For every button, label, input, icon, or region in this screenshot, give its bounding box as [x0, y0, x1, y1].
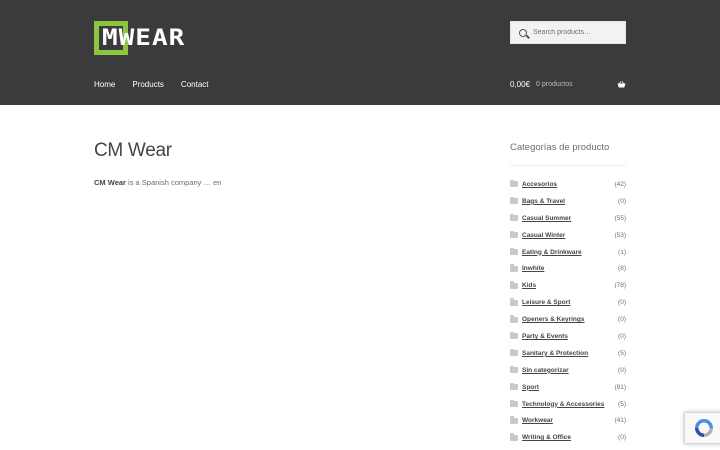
folder-icon — [510, 298, 518, 306]
category-item: Leisure & Sport (0) — [510, 294, 626, 311]
category-count: (1) — [618, 248, 626, 256]
site-logo[interactable]: MWEAR — [94, 21, 185, 55]
category-item: Openers & Keyrings (0) — [510, 311, 626, 328]
nav-item-contact[interactable]: Contact — [181, 80, 209, 89]
category-count: (91) — [614, 383, 626, 391]
category-count: (5) — [618, 349, 626, 357]
nav-item-home[interactable]: Home — [94, 80, 115, 89]
category-link[interactable]: Inwhite — [522, 265, 544, 272]
category-link[interactable]: Accesorios — [522, 181, 557, 188]
category-count: (0) — [618, 366, 626, 374]
category-link[interactable]: Casual Winter — [522, 232, 565, 239]
folder-icon — [510, 213, 518, 222]
folder-icon — [510, 399, 518, 408]
category-link[interactable]: Workwear — [522, 417, 553, 424]
category-item: Bags & Travel (0) — [510, 193, 626, 210]
folder-icon — [510, 348, 518, 357]
widget-divider — [510, 165, 626, 166]
folder-icon — [510, 230, 518, 239]
category-item: Inwhite (8) — [510, 260, 626, 277]
category-count: (0) — [618, 434, 626, 442]
cart-count: 0 productos — [536, 81, 573, 88]
category-item: Eating & Drinkware (1) — [510, 244, 626, 261]
nav-item-products[interactable]: Products — [132, 80, 164, 89]
excerpt-bold: CM Wear — [94, 178, 126, 187]
logo-text: MWEAR — [102, 25, 186, 51]
category-link[interactable]: Party & Events — [522, 333, 568, 340]
search-box — [510, 21, 626, 44]
category-list: Accesorios (42) Bags & Travel (0) Casual S… — [510, 176, 626, 446]
category-link[interactable]: Casual Summer — [522, 215, 571, 222]
search-input[interactable] — [533, 29, 623, 36]
category-link[interactable]: Writing & Office — [522, 434, 571, 441]
category-count: (53) — [614, 231, 626, 239]
category-link[interactable]: Bags & Travel — [522, 198, 565, 205]
basket-icon — [617, 81, 626, 88]
category-count: (0) — [618, 332, 626, 340]
category-count: (41) — [614, 417, 626, 425]
folder-icon — [510, 331, 518, 340]
category-item: Writing & Office (0) — [510, 429, 626, 446]
header-cart[interactable]: 0,00€ 0 productos — [510, 80, 626, 89]
category-item: Casual Summer (55) — [510, 210, 626, 227]
folder-icon — [510, 382, 518, 391]
category-count: (0) — [618, 299, 626, 307]
excerpt-text: is a Spanish company … en — [125, 178, 222, 187]
category-count: (0) — [618, 197, 626, 205]
category-link[interactable]: Eating & Drinkware — [522, 249, 582, 256]
category-link[interactable]: Openers & Keyrings — [522, 316, 585, 323]
category-link[interactable]: Sport — [522, 384, 539, 391]
page-title: CM Wear — [94, 140, 172, 161]
category-count: (42) — [614, 180, 626, 188]
category-link[interactable]: Kids — [522, 282, 536, 289]
site-header: MWEAR Home Products Contact 0,00€ 0 prod… — [0, 0, 720, 105]
post-excerpt: CM Wear is a Spanish company … en — [94, 178, 221, 187]
folder-icon — [510, 247, 518, 255]
category-item: Party & Events (0) — [510, 328, 626, 345]
folder-icon — [510, 365, 518, 374]
category-count: (8) — [618, 265, 626, 273]
category-item: Sin categorizar (0) — [510, 362, 626, 379]
folder-icon — [510, 315, 518, 323]
folder-icon — [510, 416, 518, 424]
primary-nav: Home Products Contact — [94, 80, 209, 89]
category-link[interactable]: Sanitary & Protection — [522, 350, 588, 357]
category-count: (78) — [614, 282, 626, 290]
cart-amount: 0,00€ — [510, 80, 531, 89]
category-link[interactable]: Technology & Accessories — [522, 401, 604, 408]
category-item: Kids (78) — [510, 277, 626, 294]
category-count: (55) — [614, 214, 626, 222]
category-link[interactable]: Sin categorizar — [522, 367, 569, 374]
category-item: Workwear (41) — [510, 412, 626, 429]
category-count: (5) — [618, 400, 626, 408]
category-item: Technology & Accessories (5) — [510, 396, 626, 413]
category-item: Sport (91) — [510, 379, 626, 396]
recaptcha-badge[interactable] — [684, 412, 720, 444]
widget-title: Categorías de producto — [510, 142, 610, 153]
category-item: Sanitary & Protection (5) — [510, 345, 626, 362]
folder-icon — [510, 281, 518, 289]
search-icon — [519, 28, 527, 37]
category-count: (0) — [618, 316, 626, 324]
category-item: Accesorios (42) — [510, 176, 626, 193]
recaptcha-icon — [695, 419, 713, 437]
category-link[interactable]: Leisure & Sport — [522, 299, 570, 306]
folder-icon — [510, 179, 518, 188]
folder-icon — [510, 264, 518, 272]
folder-icon — [510, 196, 518, 205]
folder-icon — [510, 433, 518, 441]
category-item: Casual Winter (53) — [510, 227, 626, 244]
